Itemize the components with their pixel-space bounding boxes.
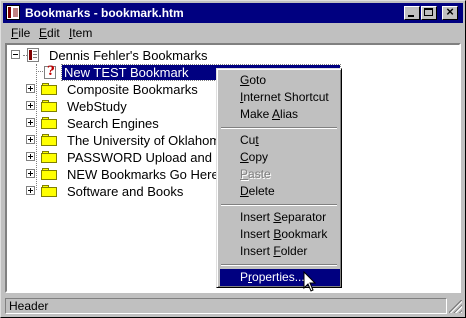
- context-menu-cut[interactable]: Cut: [220, 132, 340, 149]
- close-button[interactable]: ×: [442, 4, 458, 20]
- folder-icon: [41, 151, 57, 163]
- context-menu-separator: [221, 264, 337, 266]
- context-menu-separator: [221, 127, 337, 129]
- menu-bar: File Edit Item: [3, 24, 463, 42]
- context-menu-goto[interactable]: Goto: [220, 72, 340, 89]
- minimize-icon: [408, 15, 414, 17]
- maximize-button[interactable]: [421, 6, 437, 20]
- tree-item-label: Composite Bookmarks: [67, 82, 198, 97]
- close-icon: ×: [446, 4, 454, 19]
- context-menu-separator: [221, 204, 337, 206]
- context-menu-insert-separator[interactable]: Insert Separator: [220, 209, 340, 226]
- tree-item-label: Search Engines: [67, 116, 159, 131]
- context-menu-properties[interactable]: Properties...: [220, 269, 340, 286]
- tree-root-row[interactable]: Dennis Fehler's Bookmarks: [7, 47, 447, 64]
- title-bar[interactable]: Bookmarks - bookmark.htm ×: [3, 3, 463, 23]
- tree-item-label: Software and Books: [67, 184, 184, 199]
- context-menu-insert-bookmark[interactable]: Insert Bookmark: [220, 226, 340, 243]
- mouse-pointer-icon: [303, 271, 317, 292]
- context-menu-internet-shortcut[interactable]: Internet Shortcut: [220, 89, 340, 106]
- expand-icon[interactable]: [26, 101, 35, 110]
- tree-item-label: WebStudy: [67, 99, 127, 114]
- status-bar: Header: [3, 297, 463, 315]
- expand-icon[interactable]: [26, 152, 35, 161]
- folder-icon: [41, 117, 57, 129]
- resize-grip-icon[interactable]: [449, 300, 462, 313]
- bookmark-icon: ?: [43, 64, 59, 81]
- context-menu-copy[interactable]: Copy: [220, 149, 340, 166]
- folder-icon: [41, 100, 57, 112]
- context-menu-delete[interactable]: Delete: [220, 183, 340, 200]
- folder-icon: [41, 83, 57, 95]
- expand-icon[interactable]: [26, 186, 35, 195]
- context-menu-paste: Paste: [240, 167, 271, 181]
- bookmark-file-icon: [27, 48, 41, 63]
- folder-icon: [41, 168, 57, 180]
- tree-root-label: Dennis Fehler's Bookmarks: [49, 48, 208, 63]
- minimize-button[interactable]: [404, 6, 420, 20]
- collapse-icon[interactable]: [11, 50, 20, 59]
- menu-file[interactable]: File: [7, 26, 34, 40]
- expand-icon[interactable]: [26, 118, 35, 127]
- tree-item-label: NEW Bookmarks Go Here: [67, 167, 219, 182]
- folder-icon: [41, 185, 57, 197]
- expand-icon[interactable]: [26, 169, 35, 178]
- expand-icon[interactable]: [26, 84, 35, 93]
- context-menu-insert-folder[interactable]: Insert Folder: [220, 243, 340, 260]
- tree-item-label: The University of Oklahoma: [67, 133, 228, 148]
- menu-item[interactable]: Item: [65, 26, 96, 40]
- context-menu: Goto Internet Shortcut Make Alias Cut Co…: [216, 68, 342, 288]
- bookmarks-window: Bookmarks - bookmark.htm × File Edit Ite…: [0, 0, 466, 318]
- menu-edit[interactable]: Edit: [35, 26, 64, 40]
- maximize-icon: [424, 8, 433, 16]
- bookmarks-app-icon[interactable]: [6, 5, 20, 20]
- expand-icon[interactable]: [26, 135, 35, 144]
- status-text: Header: [5, 298, 447, 314]
- window-title: Bookmarks - bookmark.htm: [25, 6, 184, 20]
- context-menu-make-alias[interactable]: Make Alias: [220, 106, 340, 123]
- folder-icon: [41, 134, 57, 146]
